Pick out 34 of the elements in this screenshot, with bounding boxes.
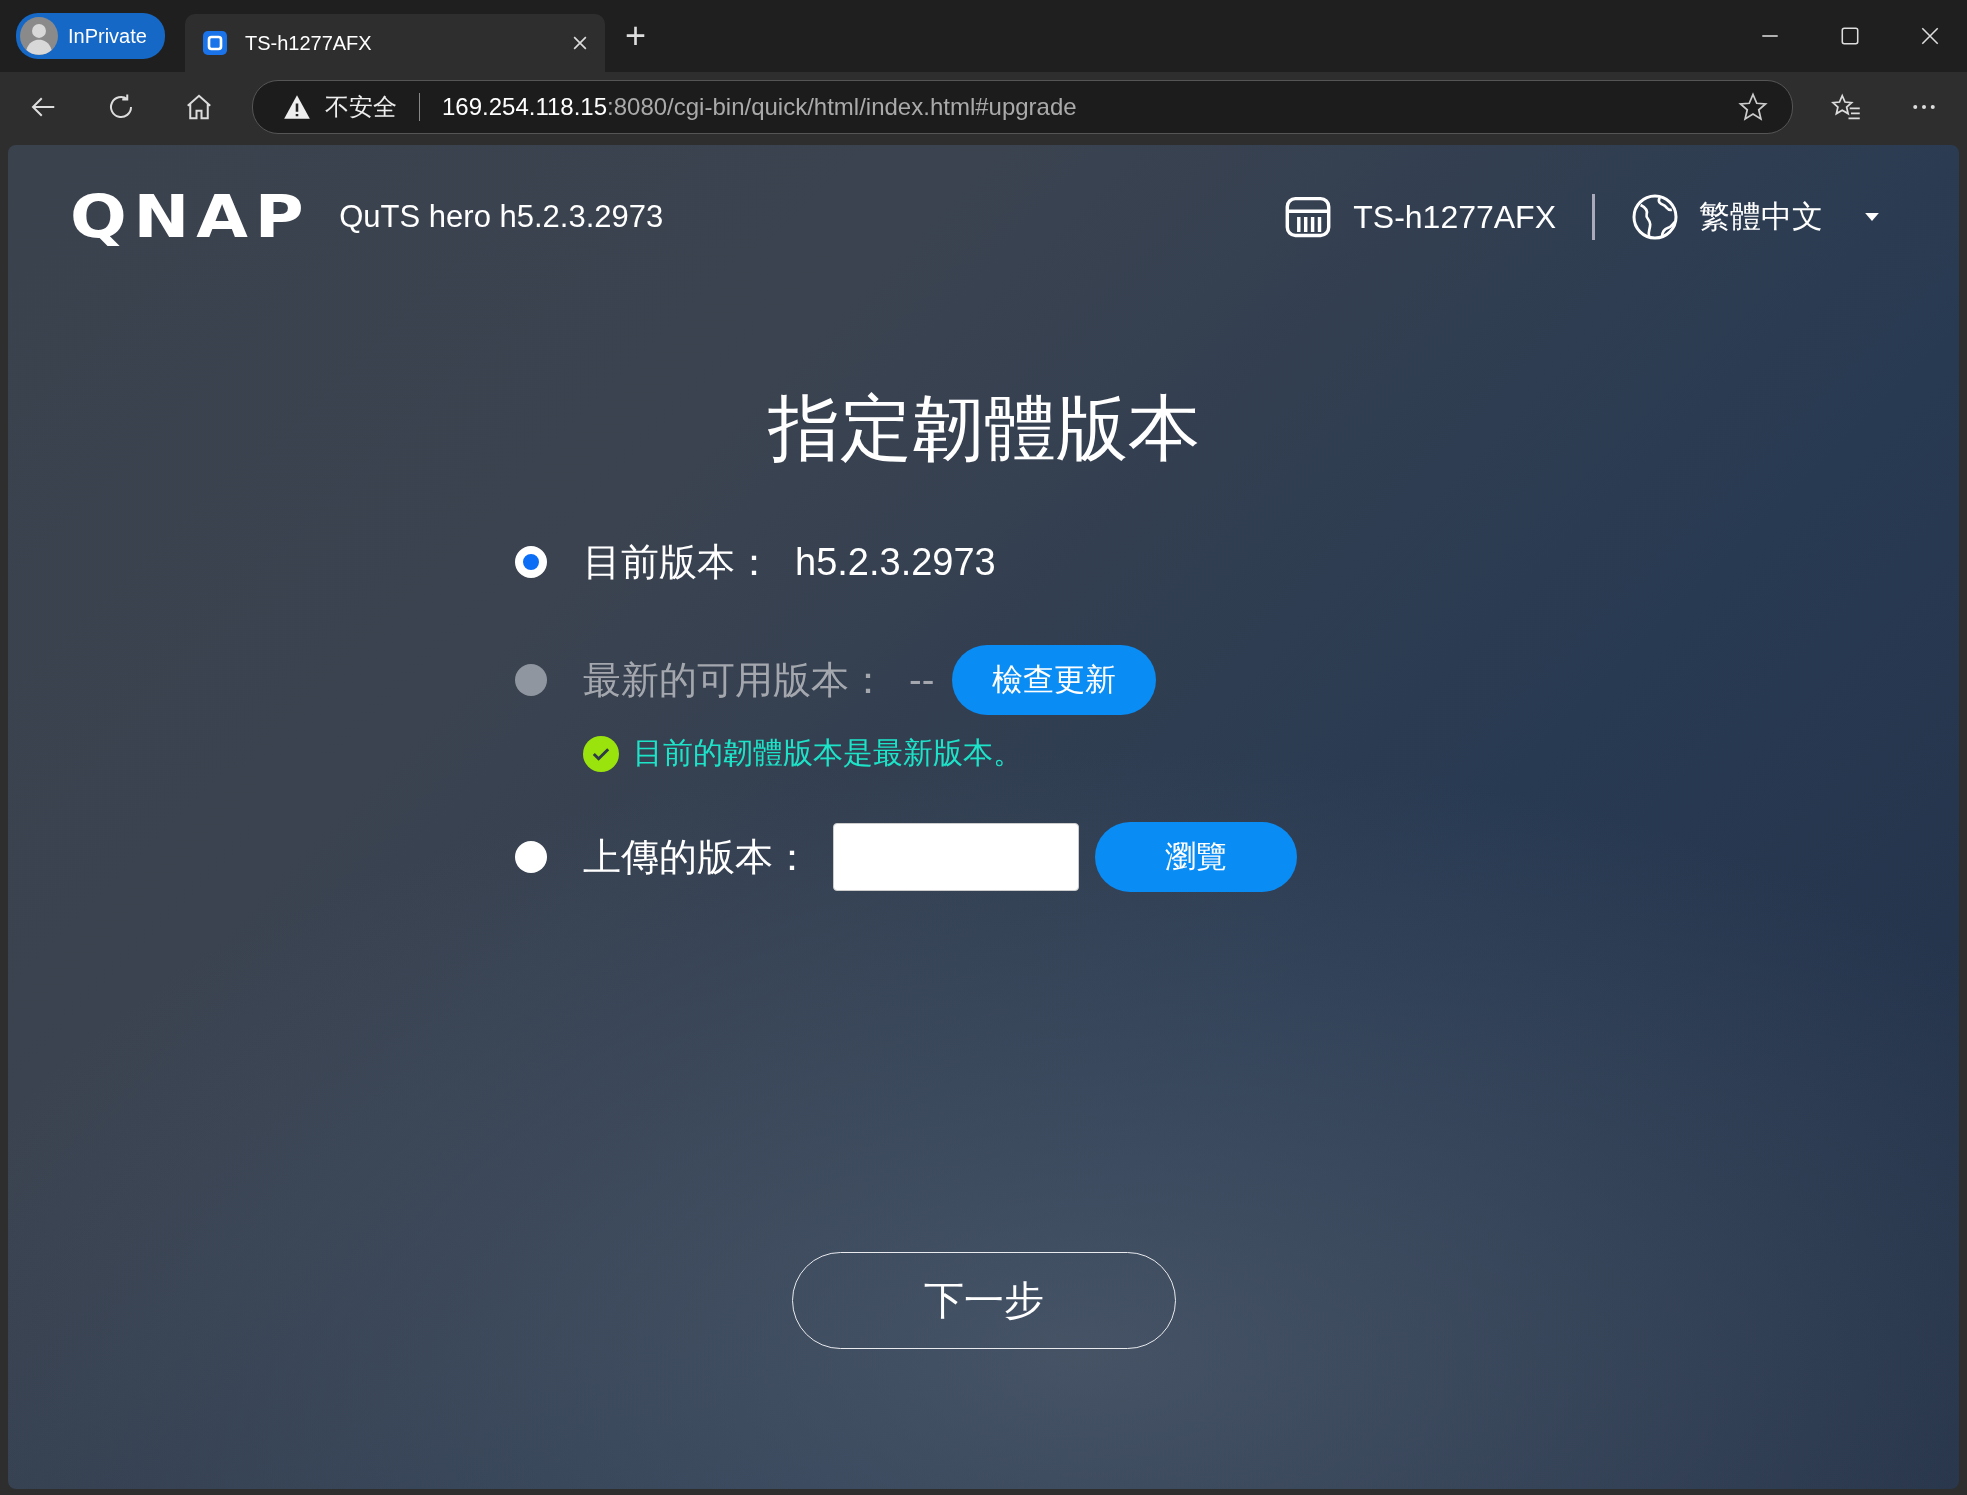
star-icon[interactable] <box>1738 92 1768 122</box>
check-icon <box>583 735 619 772</box>
security-warning: 不安全 <box>325 92 397 122</box>
address-field[interactable]: 不安全 169.254.118.15:8080/cgi-bin/quick/html/index.html#upgrade <box>252 80 1793 134</box>
radio-button[interactable] <box>515 546 547 578</box>
status-message: 目前的韌體版本是最新版本。 <box>633 735 1023 771</box>
option-label: 上傳的版本： <box>583 834 811 880</box>
page-title: 指定韌體版本 <box>767 387 1200 470</box>
profile-button[interactable]: InPrivate <box>16 13 165 59</box>
site-icon <box>202 31 227 55</box>
product-version: QuTS hero h5.2.3.2973 <box>339 199 664 235</box>
avatar-icon <box>20 17 58 55</box>
file-field[interactable] <box>833 823 1079 891</box>
caret-icon <box>1865 213 1879 221</box>
latest-version: -- <box>909 658 935 702</box>
maximize-icon[interactable] <box>1841 27 1859 45</box>
profile-label: InPrivate <box>68 24 147 48</box>
device-name: TS-h1277AFX <box>1353 198 1556 236</box>
new-tab-button[interactable]: + <box>624 18 646 54</box>
globe-icon <box>1631 193 1679 241</box>
tab-title: TS-h1277AFX <box>244 31 373 55</box>
current-version: h5.2.3.2973 <box>795 540 996 584</box>
radio-button[interactable] <box>515 841 547 873</box>
option-label: 最新的可用版本： <box>583 657 887 703</box>
warning-icon <box>283 94 311 120</box>
browser-tab[interactable]: TS-h1277AFX <box>184 14 605 72</box>
favorites-icon[interactable] <box>1831 92 1861 122</box>
nas-device-icon <box>1285 196 1332 238</box>
option-label: 目前版本： <box>583 539 773 585</box>
close-icon[interactable] <box>1921 27 1939 45</box>
brand-logo: QNAP <box>70 183 311 251</box>
close-icon[interactable] <box>572 36 587 50</box>
url-text: 169.254.118.15:8080/cgi-bin/quick/html/index.html#upgrade <box>442 93 1078 121</box>
language-selector[interactable]: 繁體中文 <box>1631 193 1879 241</box>
